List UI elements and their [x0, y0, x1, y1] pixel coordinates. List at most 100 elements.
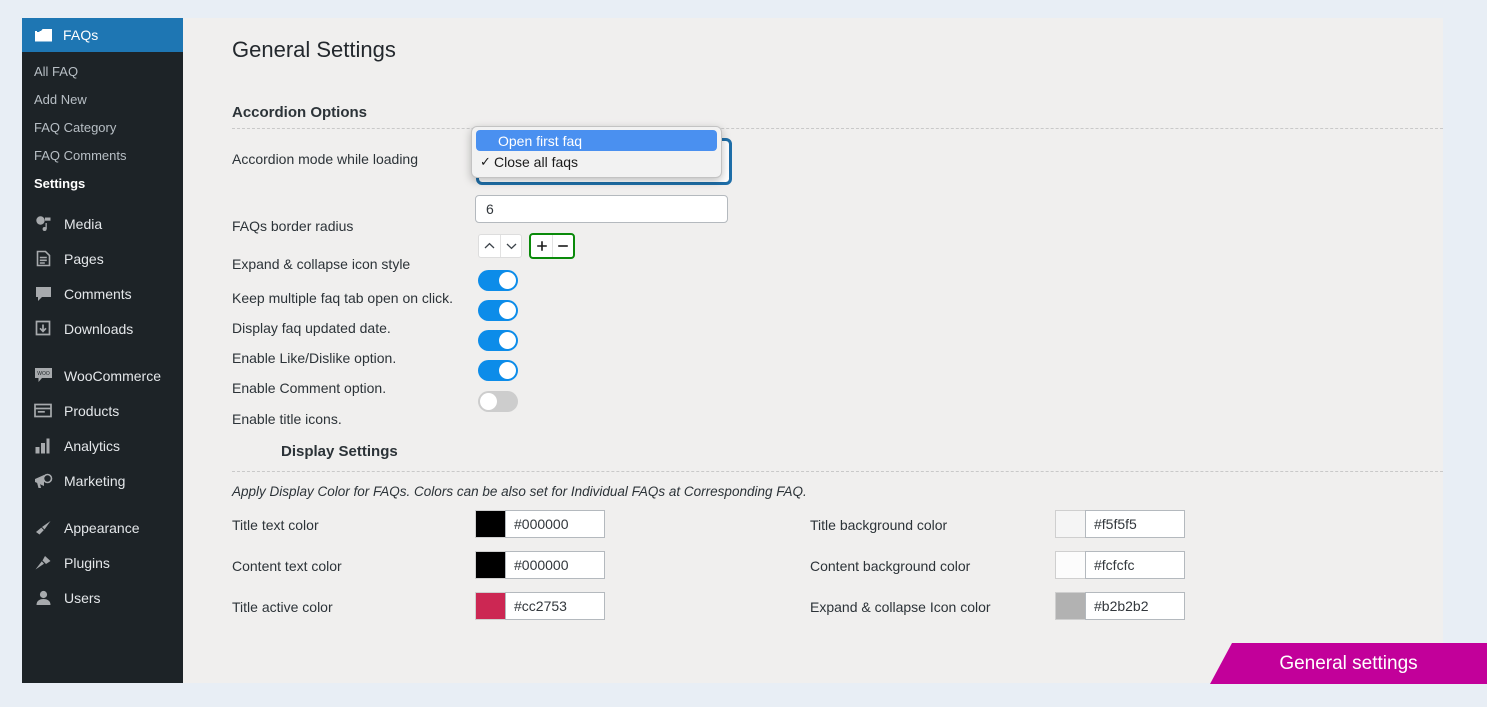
- display-updated-date-toggle[interactable]: [478, 300, 518, 321]
- sidebar-item-appearance[interactable]: Appearance: [22, 510, 183, 545]
- sidebar-item-comments-label: Comments: [64, 286, 132, 302]
- checkmark-icon: ✓: [477, 154, 494, 170]
- title-active-color-input[interactable]: #cc2753: [505, 592, 605, 620]
- pages-icon: [32, 248, 54, 270]
- sidebar-item-woocommerce[interactable]: WOO WooCommerce: [22, 358, 183, 393]
- like-dislike-toggle[interactable]: [478, 330, 518, 351]
- border-radius-label: FAQs border radius: [232, 218, 353, 234]
- dropdown-option-close-all-faqs[interactable]: ✓ Close all faqs: [472, 151, 721, 172]
- sidebar-divider-1: [22, 346, 183, 358]
- submenu-item-settings[interactable]: Settings: [22, 170, 183, 198]
- row-title-icons: Enable title icons.: [232, 411, 342, 427]
- sidebar-group-admin: Appearance Plugins Users: [22, 510, 183, 615]
- content-bg-color-field[interactable]: #fcfcfc: [1055, 551, 1185, 579]
- downloads-icon: [32, 318, 54, 340]
- title-icons-label: Enable title icons.: [232, 411, 342, 427]
- sidebar-item-analytics-label: Analytics: [64, 438, 120, 454]
- title-text-color-swatch[interactable]: [475, 510, 505, 538]
- sidebar-item-faqs[interactable]: FAQs: [22, 18, 183, 52]
- title-text-color-label: Title text color: [232, 517, 319, 533]
- content-text-color-label: Content text color: [232, 558, 342, 574]
- content-text-color-field[interactable]: #000000: [475, 551, 605, 579]
- faqs-submenu: All FAQ Add New FAQ Category FAQ Comment…: [22, 52, 183, 206]
- submenu-item-faq-comments[interactable]: FAQ Comments: [22, 142, 183, 170]
- accordion-mode-dropdown[interactable]: Open first faq ✓ Close all faqs: [471, 126, 722, 178]
- row-title-active-color: Title active color: [232, 599, 333, 615]
- title-active-color-label: Title active color: [232, 599, 333, 615]
- keep-multiple-open-toggle[interactable]: [478, 270, 518, 291]
- sidebar-item-downloads[interactable]: Downloads: [22, 311, 183, 346]
- sidebar-item-faqs-label: FAQs: [63, 27, 98, 43]
- sidebar-item-marketing-label: Marketing: [64, 473, 125, 489]
- row-icon-style: Expand & collapse icon style: [232, 256, 410, 272]
- row-accordion-mode: Accordion mode while loading: [232, 151, 418, 167]
- expand-icon-color-field[interactable]: #b2b2b2: [1055, 592, 1185, 620]
- content-text-color-input[interactable]: #000000: [505, 551, 605, 579]
- content-text-color-swatch[interactable]: [475, 551, 505, 579]
- general-settings-ribbon: General settings: [1210, 643, 1487, 684]
- toggle-knob: [499, 302, 516, 319]
- sidebar-divider-2: [22, 498, 183, 510]
- appearance-icon: [32, 517, 54, 539]
- users-icon: [32, 587, 54, 609]
- media-icon: [32, 213, 54, 235]
- display-settings-heading: Display Settings: [281, 443, 398, 460]
- icon-style-option-plusminus[interactable]: [529, 233, 575, 259]
- row-content-bg-color: Content background color: [810, 558, 970, 574]
- admin-sidebar: FAQs All FAQ Add New FAQ Category FAQ Co…: [22, 18, 183, 683]
- sidebar-item-products[interactable]: Products: [22, 393, 183, 428]
- folder-icon: [34, 25, 54, 45]
- ribbon-label: General settings: [1279, 653, 1417, 675]
- icon-style-option-chevron[interactable]: [478, 234, 522, 258]
- title-icons-toggle[interactable]: [478, 391, 518, 412]
- marketing-icon: [32, 470, 54, 492]
- submenu-item-add-new[interactable]: Add New: [22, 86, 183, 114]
- display-updated-date-label: Display faq updated date.: [232, 320, 391, 336]
- sidebar-item-marketing[interactable]: Marketing: [22, 463, 183, 498]
- icon-style-label: Expand & collapse icon style: [232, 256, 410, 272]
- sidebar-item-pages-label: Pages: [64, 251, 104, 267]
- page-title: General Settings: [232, 37, 1443, 63]
- title-text-color-field[interactable]: #000000: [475, 510, 605, 538]
- section-divider-accordion: [232, 128, 1443, 129]
- keep-multiple-open-label: Keep multiple faq tab open on click.: [232, 290, 453, 306]
- content-bg-color-input[interactable]: #fcfcfc: [1085, 551, 1185, 579]
- comment-option-toggle[interactable]: [478, 360, 518, 381]
- plugins-icon: [32, 552, 54, 574]
- title-bg-color-swatch[interactable]: [1055, 510, 1085, 538]
- row-comment-option: Enable Comment option.: [232, 380, 386, 396]
- submenu-item-all-faq[interactable]: All FAQ: [22, 58, 183, 86]
- row-like-dislike: Enable Like/Dislike option.: [232, 350, 396, 366]
- expand-icon-color-label: Expand & collapse Icon color: [810, 599, 991, 615]
- border-radius-input[interactable]: 6: [475, 195, 728, 223]
- sidebar-item-users[interactable]: Users: [22, 580, 183, 615]
- row-expand-icon-color: Expand & collapse Icon color: [810, 599, 991, 615]
- title-bg-color-input[interactable]: #f5f5f5: [1085, 510, 1185, 538]
- chevron-up-icon: [479, 235, 500, 257]
- row-content-text-color: Content text color: [232, 558, 342, 574]
- sidebar-item-pages[interactable]: Pages: [22, 241, 183, 276]
- products-icon: [32, 400, 54, 422]
- sidebar-item-analytics[interactable]: Analytics: [22, 428, 183, 463]
- sidebar-item-media[interactable]: Media: [22, 206, 183, 241]
- dropdown-option-open-first-faq[interactable]: Open first faq: [476, 130, 717, 151]
- expand-icon-color-swatch[interactable]: [1055, 592, 1085, 620]
- expand-icon-color-input[interactable]: #b2b2b2: [1085, 592, 1185, 620]
- sidebar-item-plugins[interactable]: Plugins: [22, 545, 183, 580]
- content-bg-color-swatch[interactable]: [1055, 551, 1085, 579]
- dropdown-option-label: Open first faq: [498, 133, 582, 149]
- dropdown-option-label: Close all faqs: [494, 154, 578, 170]
- sidebar-item-appearance-label: Appearance: [64, 520, 140, 536]
- accordion-mode-label: Accordion mode while loading: [232, 151, 418, 167]
- title-active-color-swatch[interactable]: [475, 592, 505, 620]
- display-settings-description: Apply Display Color for FAQs. Colors can…: [232, 484, 807, 499]
- sidebar-item-users-label: Users: [64, 590, 101, 606]
- like-dislike-label: Enable Like/Dislike option.: [232, 350, 396, 366]
- toggle-knob: [480, 393, 497, 410]
- title-text-color-input[interactable]: #000000: [505, 510, 605, 538]
- sidebar-item-comments[interactable]: Comments: [22, 276, 183, 311]
- title-active-color-field[interactable]: #cc2753: [475, 592, 605, 620]
- title-bg-color-field[interactable]: #f5f5f5: [1055, 510, 1185, 538]
- submenu-item-faq-category[interactable]: FAQ Category: [22, 114, 183, 142]
- sidebar-item-plugins-label: Plugins: [64, 555, 110, 571]
